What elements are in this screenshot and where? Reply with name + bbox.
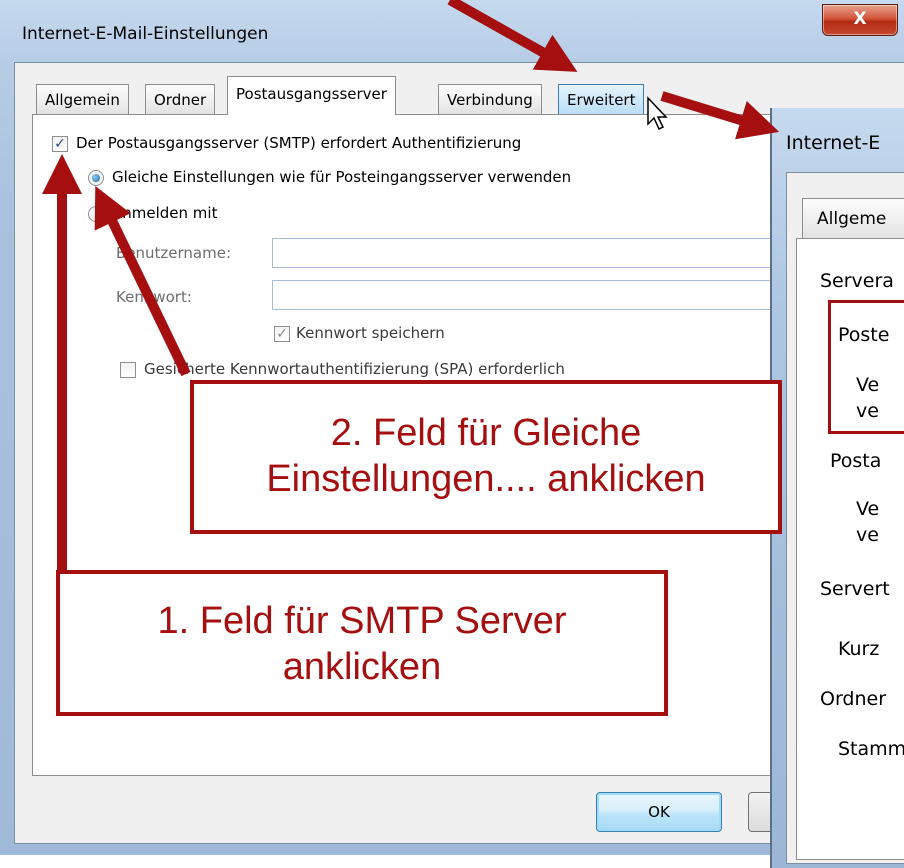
second-label-postausgang: Posta [830,450,882,472]
password-input[interactable] [272,280,782,310]
second-label-ordner: Ordner [820,688,887,710]
callout-1-box: 1. Feld für SMTP Server anklicken [56,570,668,716]
second-highlight-box [828,300,904,434]
tab-verbindung[interactable]: Verbindung [438,84,542,114]
callout-2-line-1: 2. Feld für Gleiche [330,412,642,454]
second-dialog-tab-allgemein[interactable]: Allgeme [802,198,904,238]
ok-button[interactable]: OK [596,792,722,832]
tab-postausgangsserver[interactable]: Postausgangsserver [227,76,396,115]
same-settings-label: Gleiche Einstellungen wie für Posteingan… [112,168,572,186]
login-with-label: Anmelden mit [112,204,218,222]
mouse-cursor-icon [647,96,668,131]
second-label-ve-4: ve [856,524,879,546]
tab-allgemein[interactable]: Allgemein [36,84,129,114]
save-password-label: Kennwort speichern [296,324,445,342]
second-label-stamm: Stamm [838,738,904,760]
second-label-serveraccount: Servera [820,270,894,292]
tab-ordner[interactable]: Ordner [145,84,216,114]
password-label: Kennwort: [116,288,192,306]
callout-2-line-2: Einstellungen.... anklicken [266,458,706,500]
smtp-auth-label: Der Postausgangsserver (SMTP) erfordert … [76,134,522,152]
callout-1-line-2: anklicken [282,646,442,688]
smtp-auth-checkbox[interactable]: ✓ [52,136,68,152]
tab-erweitert[interactable]: Erweitert [558,84,645,114]
second-label-servertimeout: Servert [820,578,890,600]
second-label-ve-3: Ve [856,498,880,520]
callout-1-line-1: 1. Feld für SMTP Server [157,600,567,642]
callout-2-box: 2. Feld für Gleiche Einstellungen.... an… [190,380,782,534]
username-input[interactable] [272,238,782,268]
second-dialog-title: Internet-E [786,132,881,154]
second-label-kurz: Kurz [838,638,880,660]
save-password-checkbox[interactable]: ✓ [274,326,290,342]
close-button[interactable]: X [822,4,898,36]
spa-checkbox[interactable] [120,362,136,378]
username-label: Benutzername: [116,244,232,262]
same-settings-radio[interactable] [88,170,104,186]
spa-label: Gesicherte Kennwortauthentifizierung (SP… [144,360,565,378]
login-with-radio[interactable] [88,206,104,222]
dialog-title: Internet-E-Mail-Einstellungen [22,24,269,44]
